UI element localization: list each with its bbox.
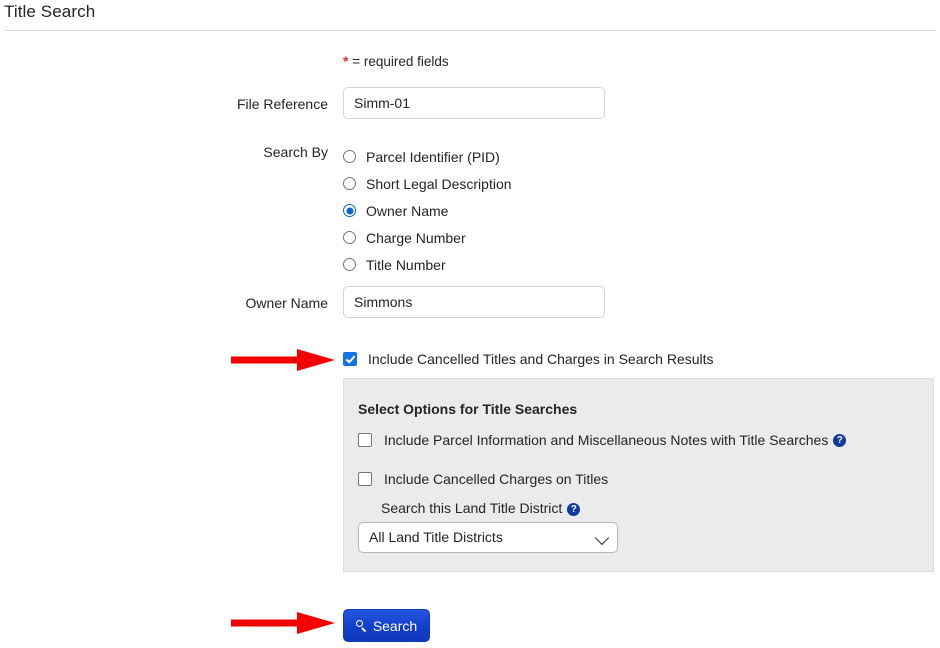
radio-icon-unchecked[interactable]	[343, 150, 356, 163]
radio-icon-checked[interactable]	[343, 204, 356, 217]
help-icon[interactable]: ?	[567, 503, 581, 516]
land-title-district-label-text: Search this Land Title District	[381, 500, 563, 516]
radio-icon-unchecked[interactable]	[343, 258, 356, 271]
include-cancelled-titles-row[interactable]: Include Cancelled Titles and Charges in …	[343, 351, 714, 367]
radio-label-charge-number: Charge Number	[366, 229, 466, 246]
owner-name-label: Owner Name	[245, 295, 328, 311]
search-button-label: Search	[372, 617, 418, 634]
search-by-radio-group: Parcel Identifier (PID) Short Legal Desc…	[343, 143, 512, 278]
radio-option-charge-number[interactable]: Charge Number	[343, 224, 512, 251]
checkbox-icon-unchecked[interactable]	[358, 472, 372, 486]
option-include-parcel-info-label: Include Parcel Information and Miscellan…	[384, 432, 829, 448]
page-title: Title Search	[4, 2, 96, 21]
radio-label-short-legal-description: Short Legal Description	[366, 175, 512, 192]
checkbox-icon-unchecked[interactable]	[358, 433, 372, 447]
search-by-label: Search By	[263, 144, 328, 160]
help-icon[interactable]: ?	[833, 433, 847, 447]
radio-label-parcel-identifier: Parcel Identifier (PID)	[366, 148, 500, 165]
page-header: Title Search	[0, 0, 940, 31]
radio-option-title-number[interactable]: Title Number	[343, 251, 512, 278]
checkbox-icon-checked[interactable]	[343, 352, 357, 366]
options-panel-heading: Select Options for Title Searches	[358, 401, 578, 417]
file-reference-label: File Reference	[236, 96, 328, 112]
title-search-options-panel: Select Options for Title Searches Includ…	[343, 378, 934, 572]
radio-label-owner-name: Owner Name	[366, 202, 449, 219]
include-cancelled-titles-label: Include Cancelled Titles and Charges in …	[368, 351, 714, 367]
radio-option-owner-name[interactable]: Owner Name	[343, 197, 512, 224]
radio-icon-unchecked[interactable]	[343, 231, 356, 244]
land-title-district-select[interactable]: All Land Title Districts	[358, 522, 618, 553]
radio-option-short-legal-description[interactable]: Short Legal Description	[343, 170, 512, 197]
required-note-text: = required fields	[352, 54, 449, 69]
radio-label-title-number: Title Number	[366, 256, 446, 273]
required-asterisk: *	[343, 53, 349, 69]
file-reference-input[interactable]	[343, 87, 605, 119]
search-button[interactable]: Search	[343, 609, 430, 642]
option-include-parcel-info-row[interactable]: Include Parcel Information and Miscellan…	[358, 432, 847, 448]
option-include-cancelled-charges-label: Include Cancelled Charges on Titles	[384, 471, 609, 487]
radio-icon-unchecked[interactable]	[343, 177, 356, 190]
radio-option-parcel-identifier[interactable]: Parcel Identifier (PID)	[343, 143, 512, 170]
search-icon	[355, 620, 367, 631]
owner-name-input[interactable]	[343, 286, 605, 318]
option-include-cancelled-charges-row[interactable]: Include Cancelled Charges on Titles	[358, 471, 608, 487]
land-title-district-label: Search this Land Title District?	[381, 500, 581, 516]
title-search-form: * = required fields File Reference Searc…	[0, 31, 940, 648]
required-fields-note: * = required fields	[343, 53, 449, 69]
